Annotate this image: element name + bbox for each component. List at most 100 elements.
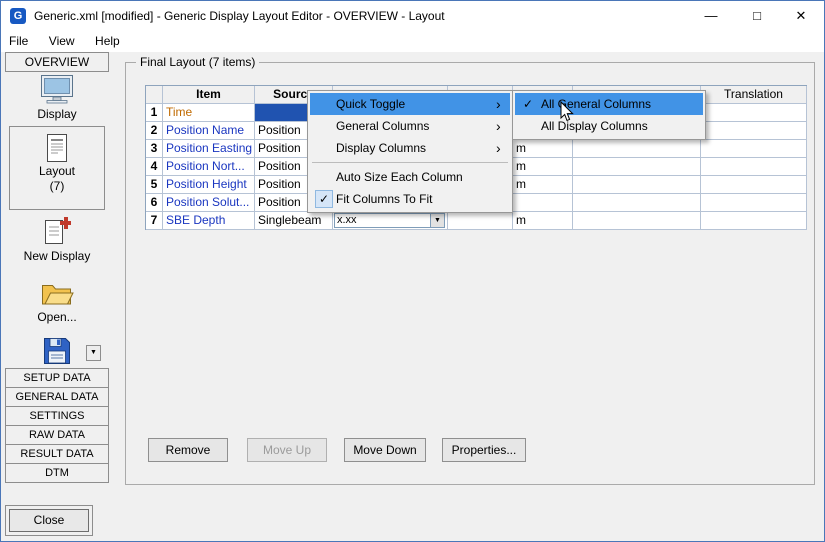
- menu-help[interactable]: Help: [87, 31, 128, 52]
- menu-item-all-display-columns[interactable]: All Display Columns: [515, 115, 703, 137]
- sidebar-item-raw-data[interactable]: RAW DATA: [5, 425, 109, 445]
- check-icon: ✓: [515, 97, 541, 111]
- sidebar-item-display[interactable]: Display: [5, 74, 109, 121]
- format-combobox[interactable]: x.xx ▼: [334, 213, 445, 228]
- menu-item-all-general-columns[interactable]: ✓ All General Columns: [515, 93, 703, 115]
- item-cell[interactable]: Position Name: [163, 122, 255, 140]
- context-menu: Quick Toggle › General Columns › Display…: [307, 90, 513, 213]
- check-icon: ✓: [315, 190, 333, 208]
- close-button-frame: Close: [5, 505, 93, 536]
- minimize-button[interactable]: —: [688, 1, 734, 31]
- remove-button[interactable]: Remove: [148, 438, 228, 462]
- sidebar-item-general-data[interactable]: GENERAL DATA: [5, 387, 109, 407]
- hidden-cell[interactable]: [448, 212, 513, 230]
- hidden-cell-2[interactable]: [573, 176, 701, 194]
- menu-label: Auto Size Each Column: [336, 170, 496, 184]
- open-label: Open...: [5, 310, 109, 324]
- sidebar-item-setup-data[interactable]: SETUP DATA: [5, 368, 109, 388]
- sidebar-item-settings[interactable]: SETTINGS: [5, 406, 109, 426]
- menu-item-general-columns[interactable]: General Columns ›: [310, 115, 510, 137]
- window-title: Generic.xml [modified] - Generic Display…: [34, 1, 445, 31]
- sidebar-header-overview: OVERVIEW: [5, 52, 109, 72]
- unit-cell[interactable]: [513, 194, 573, 212]
- groupbox-title: Final Layout (7 items): [136, 55, 259, 69]
- menu-file[interactable]: File: [1, 31, 36, 52]
- menu-item-auto-size-each-column[interactable]: Auto Size Each Column: [310, 166, 510, 188]
- translation-cell[interactable]: [701, 158, 807, 176]
- close-window-button[interactable]: ✕: [778, 1, 824, 31]
- combobox-dropdown-icon[interactable]: ▼: [430, 214, 444, 227]
- item-cell[interactable]: Position Height: [163, 176, 255, 194]
- translation-column-header[interactable]: Translation: [701, 86, 807, 104]
- menu-item-fit-columns-to-fit[interactable]: ✓ Fit Columns To Fit: [310, 188, 510, 210]
- sidebar-item-dtm[interactable]: DTM: [5, 463, 109, 483]
- menu-item-display-columns[interactable]: Display Columns ›: [310, 137, 510, 159]
- submenu-arrow-icon: ›: [496, 94, 510, 114]
- menu-label: Quick Toggle: [336, 97, 496, 111]
- item-column-header[interactable]: Item: [163, 86, 255, 104]
- menu-item-quick-toggle[interactable]: Quick Toggle ›: [310, 93, 510, 115]
- translation-cell[interactable]: [701, 176, 807, 194]
- open-folder-icon: [40, 280, 74, 307]
- row-number[interactable]: 4: [146, 158, 163, 176]
- sidebar-item-layout[interactable]: Layout (7): [9, 126, 105, 210]
- menu-label: Display Columns: [336, 141, 496, 155]
- item-cell[interactable]: Position Solut...: [163, 194, 255, 212]
- hidden-cell-2[interactable]: [573, 194, 701, 212]
- hidden-cell-2[interactable]: [573, 212, 701, 230]
- display-monitor-icon: [40, 74, 74, 104]
- sidebar-item-result-data[interactable]: RESULT DATA: [5, 444, 109, 464]
- menu-view[interactable]: View: [41, 31, 83, 52]
- translation-cell[interactable]: [701, 194, 807, 212]
- translation-cell[interactable]: [701, 212, 807, 230]
- maximize-button[interactable]: □: [734, 1, 780, 31]
- unit-cell[interactable]: m: [513, 140, 573, 158]
- unit-cell[interactable]: m: [513, 212, 573, 230]
- item-cell[interactable]: Time: [163, 104, 255, 122]
- sidebar-item-open[interactable]: Open...: [5, 280, 109, 324]
- format-cell: x.xx ▼: [333, 212, 448, 230]
- save-dropdown-button[interactable]: ▼: [86, 345, 101, 361]
- row-number[interactable]: 3: [146, 140, 163, 158]
- row-number[interactable]: 7: [146, 212, 163, 230]
- row-number[interactable]: 5: [146, 176, 163, 194]
- move-up-button[interactable]: Move Up: [247, 438, 327, 462]
- move-down-button[interactable]: Move Down: [344, 438, 426, 462]
- new-display-label: New Display: [5, 249, 109, 263]
- submenu-arrow-icon: ›: [496, 138, 510, 158]
- corner-header-cell[interactable]: [146, 86, 163, 104]
- item-cell[interactable]: SBE Depth: [163, 212, 255, 230]
- item-cell[interactable]: Position Nort...: [163, 158, 255, 176]
- context-submenu: ✓ All General Columns All Display Column…: [512, 90, 706, 140]
- title-bar: G Generic.xml [modified] - Generic Displ…: [1, 1, 824, 31]
- item-cell[interactable]: Position Easting: [163, 140, 255, 158]
- save-floppy-icon: [42, 336, 72, 366]
- menu-label: General Columns: [336, 119, 496, 133]
- menu-gutter: ✓: [310, 190, 336, 208]
- unit-cell[interactable]: m: [513, 158, 573, 176]
- properties-button[interactable]: Properties...: [442, 438, 526, 462]
- layout-label: Layout: [39, 164, 75, 178]
- translation-cell[interactable]: [701, 122, 807, 140]
- source-cell[interactable]: Singlebeam: [255, 212, 333, 230]
- table-row-7: 7 SBE Depth Singlebeam x.xx ▼ m: [146, 212, 807, 230]
- sidebar-sections: SETUP DATA GENERAL DATA SETTINGS RAW DAT…: [5, 368, 109, 483]
- row-number[interactable]: 2: [146, 122, 163, 140]
- layout-count: (7): [50, 179, 65, 193]
- submenu-arrow-icon: ›: [496, 116, 510, 136]
- translation-cell[interactable]: [701, 104, 807, 122]
- hidden-cell-2[interactable]: [573, 158, 701, 176]
- hidden-cell-2[interactable]: [573, 140, 701, 158]
- combobox-value: x.xx: [335, 214, 430, 227]
- display-label: Display: [5, 107, 109, 121]
- translation-cell[interactable]: [701, 140, 807, 158]
- unit-cell[interactable]: m: [513, 176, 573, 194]
- menu-separator: [312, 162, 508, 163]
- close-button[interactable]: Close: [9, 509, 89, 532]
- sidebar-item-new-display[interactable]: New Display: [5, 216, 109, 263]
- menu-bar: File View Help: [1, 31, 824, 52]
- menu-label: Fit Columns To Fit: [336, 192, 496, 206]
- new-display-icon: [43, 216, 71, 246]
- row-number[interactable]: 1: [146, 104, 163, 122]
- row-number[interactable]: 6: [146, 194, 163, 212]
